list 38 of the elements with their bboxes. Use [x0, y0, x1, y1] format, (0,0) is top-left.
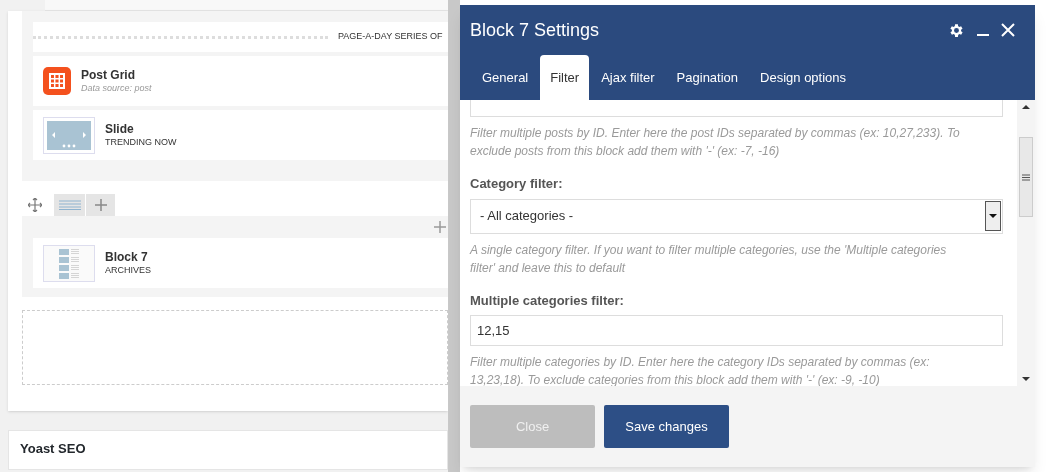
card-title: Yoast SEO: [20, 440, 86, 458]
lines-icon: [58, 200, 81, 210]
element-card[interactable]: Block 7 ARCHIVES: [33, 238, 448, 288]
tab[interactable]: Pagination: [666, 55, 749, 100]
separator-title: PAGE-A-DAY SERIES OF: [338, 30, 443, 44]
tab[interactable]: Filter: [540, 55, 590, 100]
close-icon[interactable]: [1001, 23, 1015, 37]
scroll-down-icon[interactable]: [1022, 377, 1030, 382]
save-button[interactable]: Save changes: [604, 405, 729, 448]
text-field[interactable]: [470, 100, 1003, 117]
list-layout-icon: [43, 244, 95, 282]
move-icon[interactable]: [28, 198, 42, 212]
field-label: Multiple categories filter:: [470, 291, 625, 310]
scroll-up-icon[interactable]: [1022, 104, 1030, 109]
text-field[interactable]: 12,15: [470, 315, 1003, 346]
element-subtitle: ARCHIVES: [105, 264, 151, 277]
tab[interactable]: General: [472, 55, 539, 100]
help-text: Filter multiple categories by ID. Enter here the category IDs separated by commas (ex: 13,23,18). To exclude categories from this block add them with '-' (ex: -9, -10): [470, 354, 931, 386]
tab[interactable]: Ajax filter: [591, 55, 665, 100]
slider-icon: [43, 116, 95, 154]
plus-icon: [94, 199, 107, 211]
element-title: Slide: [105, 121, 135, 137]
help-text: Filter multiple posts by ID. Enter here the post IDs separated by commas (ex: 10,27,233). To exclude posts from this block add them with '-' (ex: -7, -16): [470, 125, 961, 160]
plus-icon[interactable]: [434, 221, 446, 233]
category-select[interactable]: - All categories -: [470, 198, 1003, 234]
tab[interactable]: Design options: [750, 55, 857, 100]
element-card[interactable]: Post Grid Data source: post: [33, 56, 448, 106]
element-subtitle: TRENDING NOW: [105, 136, 177, 149]
help-text: A single category filter. If you want to filter multiple categories, use the 'Multiple categories filter' and leave this to default: [470, 241, 948, 277]
element-title: Post Grid: [81, 67, 136, 83]
dialog-title: Block 7 Settings: [470, 18, 600, 42]
element-title: Block 7: [105, 249, 149, 265]
element-subtitle: Data source: post: [81, 82, 152, 95]
element-card[interactable]: Slide TRENDING NOW: [33, 110, 448, 160]
grip-icon: [1022, 173, 1030, 181]
field-label: Category filter:: [470, 175, 564, 193]
grid-icon: [43, 67, 71, 95]
settings-icon[interactable]: [948, 21, 965, 39]
